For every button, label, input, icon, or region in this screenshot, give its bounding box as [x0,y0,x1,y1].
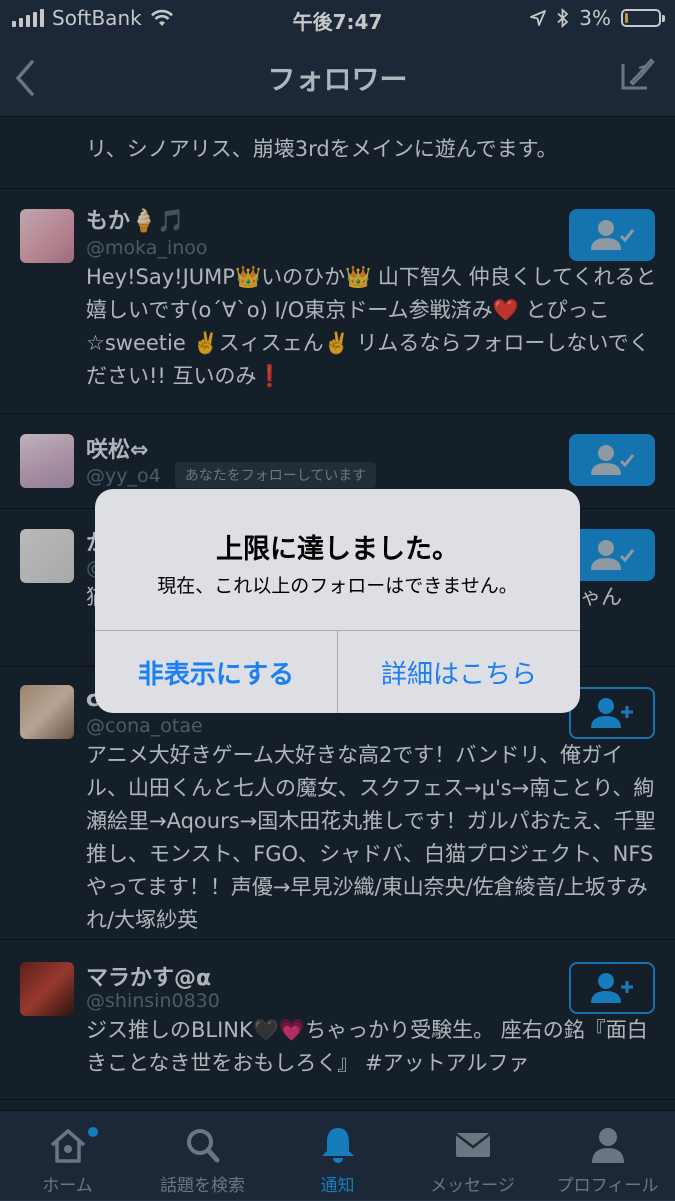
alert-title: 上限に達しました。 [216,534,459,565]
details-button[interactable]: 詳細はこちら [338,631,580,713]
hide-button[interactable]: 非表示にする [95,631,337,713]
alert-message: 現在、これ以上のフォローはできません。 [157,575,518,597]
limit-reached-alert: 上限に達しました。 現在、これ以上のフォローはできません。 非表示にする 詳細は… [95,489,580,713]
